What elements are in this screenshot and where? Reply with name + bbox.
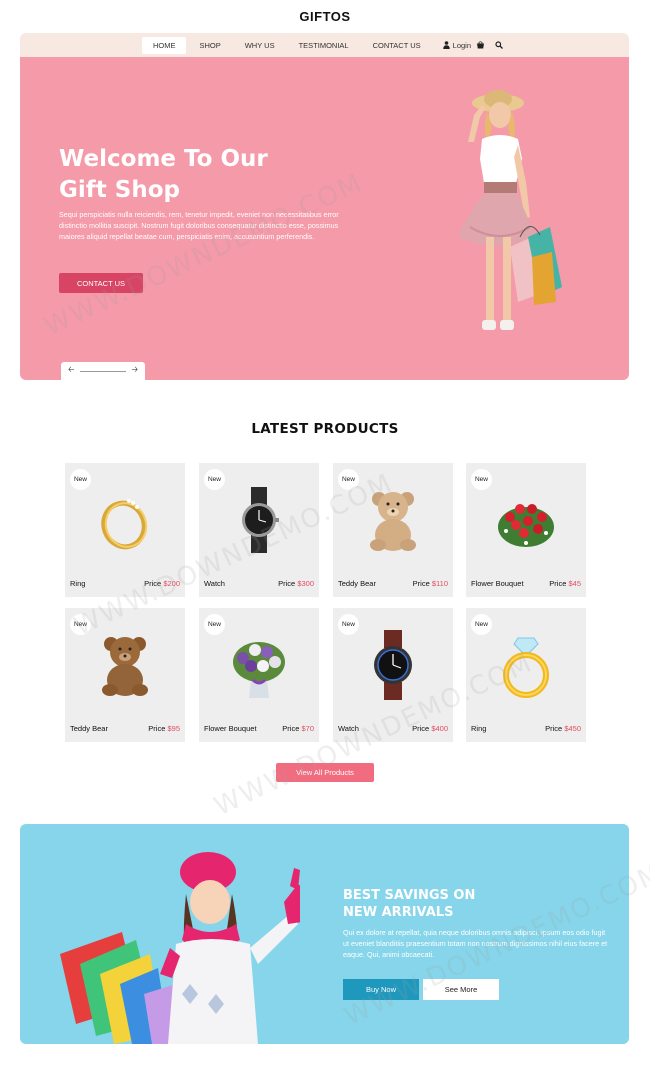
main-navbar: HOME SHOP WHY US TESTIMONIAL CONTACT US … (20, 33, 629, 57)
hero-title: Welcome To Our Gift Shop (59, 144, 359, 206)
savings-banner: BEST SAVINGS ON NEW ARRIVALS Qui ex dolo… (20, 824, 629, 1044)
product-card[interactable]: New Ring Price $200 (65, 463, 185, 597)
hero-banner: Welcome To Our Gift Shop Sequi perspicia… (20, 57, 629, 380)
prev-slide-arrow-icon[interactable]: 🡠 (68, 364, 74, 378)
new-badge: New (338, 469, 359, 490)
cart-icon[interactable] (476, 41, 485, 49)
product-name: Teddy Bear (70, 724, 108, 733)
product-name: Flower Bouquet (204, 724, 257, 733)
product-card[interactable]: New Flower Bouquet Price $70 (199, 608, 319, 742)
promo-title-line2: NEW ARRIVALS (343, 905, 454, 920)
hero-description: Sequi perspiciatis nulla reiciendis, rem… (59, 210, 339, 241)
buy-now-button[interactable]: Buy Now (343, 979, 419, 1000)
brand-logo[interactable]: GIFTOS (0, 9, 650, 24)
product-card[interactable]: New Teddy Bear Price $95 (65, 608, 185, 742)
price-amount: $400 (431, 724, 448, 733)
product-price: Price $450 (545, 724, 581, 733)
teddy-bear-icon (102, 637, 148, 696)
price-amount: $200 (163, 579, 180, 588)
user-icon (442, 41, 450, 49)
nav-shop[interactable]: SHOP (188, 37, 231, 54)
new-badge: New (338, 614, 359, 635)
price-label: Price (144, 579, 162, 588)
hero-title-line1: Welcome To Our (59, 146, 268, 172)
product-card[interactable]: New Ring Price $450 (466, 608, 586, 742)
product-price: Price $45 (549, 579, 581, 588)
product-name: Ring (70, 579, 86, 588)
product-price: Price $300 (278, 579, 314, 588)
teddy-bear-icon (370, 492, 416, 551)
ring-icon (503, 637, 549, 698)
product-price: Price $95 (148, 724, 180, 733)
watch-icon (374, 630, 412, 700)
price-label: Price (412, 579, 430, 588)
product-card[interactable]: New Watch Price $300 (199, 463, 319, 597)
search-icon[interactable] (495, 41, 503, 49)
next-slide-arrow-icon[interactable]: 🡢 (132, 364, 139, 378)
product-card[interactable]: New Flower Bouquet Price $45 (466, 463, 586, 597)
login-label: Login (452, 40, 472, 50)
new-badge: New (471, 614, 492, 635)
promo-title: BEST SAVINGS ON NEW ARRIVALS (343, 887, 593, 921)
slider-controls: 🡠 🡢 (61, 362, 145, 380)
nav-testimonial[interactable]: TESTIMONIAL (288, 37, 360, 54)
new-badge: New (70, 614, 91, 635)
see-more-button[interactable]: See More (423, 979, 499, 1000)
login-link[interactable]: Login (442, 40, 472, 50)
price-amount: $450 (564, 724, 581, 733)
price-label: Price (278, 579, 296, 588)
product-card[interactable]: New Watch Price $400 (333, 608, 453, 742)
product-price: Price $200 (144, 579, 180, 588)
ring-icon (101, 499, 148, 550)
product-price: Price $400 (412, 724, 448, 733)
slider-divider (80, 370, 126, 372)
price-amount: $70 (301, 724, 314, 733)
price-amount: $45 (568, 579, 581, 588)
nav-contact-us[interactable]: CONTACT US (362, 37, 432, 54)
girl-with-shopping-bags-image (60, 852, 300, 1044)
nav-why-us[interactable]: WHY US (234, 37, 286, 54)
product-name: Teddy Bear (338, 579, 376, 588)
price-amount: $300 (297, 579, 314, 588)
flower-bouquet-icon (498, 504, 554, 547)
price-label: Price (282, 724, 300, 733)
price-label: Price (545, 724, 563, 733)
price-amount: $110 (431, 579, 448, 588)
price-label: Price (549, 579, 567, 588)
nav-home[interactable]: HOME (141, 36, 187, 54)
view-all-products-button[interactable]: View All Products (276, 763, 374, 782)
product-name: Flower Bouquet (471, 579, 524, 588)
product-card[interactable]: New Teddy Bear Price $110 (333, 463, 453, 597)
flower-bouquet-icon (233, 642, 285, 698)
price-amount: $95 (167, 724, 180, 733)
promo-description: Qui ex dolore at repellat, quia neque do… (343, 928, 608, 959)
new-badge: New (70, 469, 91, 490)
latest-products-title: LATEST PRODUCTS (251, 421, 399, 437)
product-price: Price $70 (282, 724, 314, 733)
product-name: Ring (471, 724, 487, 733)
product-name: Watch (204, 579, 225, 588)
product-price: Price $110 (413, 579, 448, 588)
contact-us-button[interactable]: CONTACT US (59, 273, 143, 293)
promo-title-line1: BEST SAVINGS ON (343, 888, 476, 903)
watch-icon (242, 487, 279, 553)
product-name: Watch (338, 724, 359, 733)
new-badge: New (204, 614, 225, 635)
price-label: Price (412, 724, 430, 733)
price-label: Price (148, 724, 166, 733)
girl-with-shopping-bags-image (458, 90, 562, 330)
new-badge: New (471, 469, 492, 490)
hero-title-line2: Gift Shop (59, 177, 180, 203)
new-badge: New (204, 469, 225, 490)
